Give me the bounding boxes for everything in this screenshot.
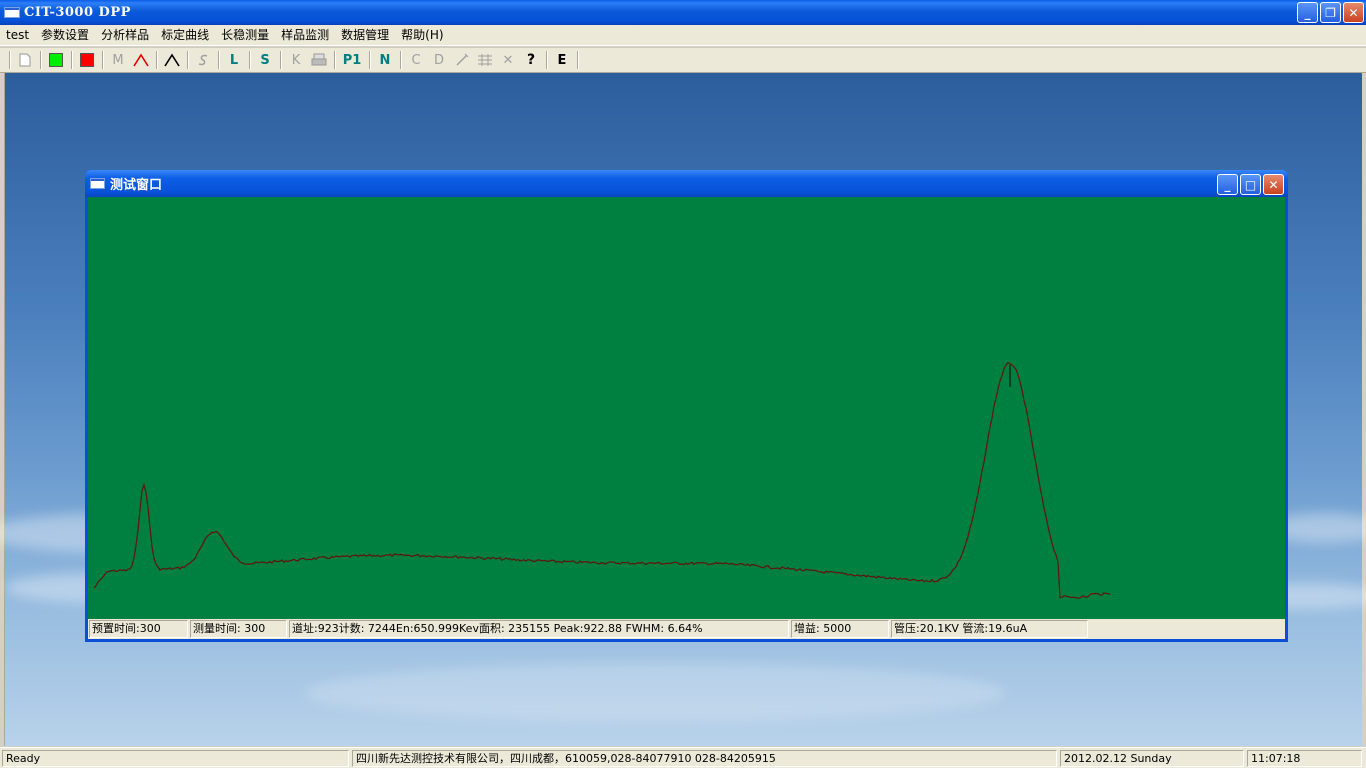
peak-black-icon[interactable] [161,49,183,71]
cloud [305,663,1005,723]
toolbar: M L S K P1 N C D ✕ ? E [0,47,1366,73]
k-button[interactable]: K [285,49,307,71]
start-button[interactable] [45,49,67,71]
l-button[interactable]: L [223,49,245,71]
wand-icon[interactable] [451,49,473,71]
help-icon[interactable]: ? [520,49,542,71]
child-minimize-button[interactable]: _ [1217,174,1238,195]
menu-bar: test 参数设置 分析样品 标定曲线 长稳测量 样品监测 数据管理 帮助(H) [0,25,1366,46]
measure-time: 测量时间: 300 [190,620,287,638]
status-ready: Ready [2,749,349,767]
test-window-title-bar: 测试窗口 _ □ ✕ [85,170,1288,197]
toolbar-separator [187,51,189,69]
peak-red-icon[interactable] [130,49,152,71]
toolbar-separator [400,51,402,69]
menu-data-management[interactable]: 数据管理 [335,25,395,45]
app-icon [4,7,20,18]
status-time: 11:07:18 [1247,749,1362,767]
d-button[interactable]: D [428,49,450,71]
toolbar-separator [280,51,282,69]
c-button[interactable]: C [405,49,427,71]
stop-button[interactable] [76,49,98,71]
e-button[interactable]: E [551,49,573,71]
new-document-icon[interactable] [14,49,36,71]
status-bar: Ready 四川新先达测控技术有限公司，四川成都，610059,028-8407… [0,747,1366,768]
peak-info: 道址:923计数: 7244En:650.999Kev面积: 235155 Pe… [289,620,789,638]
gain: 增益: 5000 [791,620,889,638]
menu-test[interactable]: test [0,25,35,45]
main-title-bar: CIT-3000 DPP _ ❐ ✕ [0,0,1366,25]
menu-sample-monitor[interactable]: 样品监测 [275,25,335,45]
toolbar-separator [369,51,371,69]
p1-button[interactable]: P1 [339,49,365,71]
spectrum-canvas [93,361,1111,599]
test-window-title: 测试窗口 [110,178,163,193]
window-icon [90,178,105,189]
menu-calibration-curve[interactable]: 标定曲线 [155,25,215,45]
s-button[interactable]: S [254,49,276,71]
toolbar-separator [71,51,73,69]
menu-analyze-sample[interactable]: 分析样品 [95,25,155,45]
window-title: CIT-3000 DPP [24,5,131,20]
test-window: 测试窗口 _ □ ✕ 预置时间:300 测量时间: 300 道址:923计数: … [85,170,1288,642]
toolbar-separator [218,51,220,69]
preset-time: 预置时间:300 [89,620,188,638]
toolbar-separator [577,51,579,69]
m-button[interactable]: M [107,49,129,71]
close-button[interactable]: ✕ [1343,2,1364,23]
menu-long-term-measure[interactable]: 长稳测量 [215,25,275,45]
toolbar-separator [546,51,548,69]
smooth-icon[interactable] [192,49,214,71]
delete-icon[interactable]: ✕ [497,49,519,71]
status-company: 四川新先达测控技术有限公司，四川成都，610059,028-84077910 0… [352,749,1057,767]
toolbar-separator [249,51,251,69]
toolbar-separator [102,51,104,69]
grid-icon[interactable] [474,49,496,71]
restore-button[interactable]: ❐ [1320,2,1341,23]
spectrum-trace [93,361,1111,599]
minimize-button[interactable]: _ [1297,2,1318,23]
print-icon[interactable] [308,49,330,71]
status-date: 2012.02.12 Sunday [1060,749,1244,767]
toolbar-separator [156,51,158,69]
tube-settings: 管压:20.1KV 管流:19.6uA [891,620,1088,638]
n-button[interactable]: N [374,49,396,71]
menu-parameter-settings[interactable]: 参数设置 [35,25,95,45]
child-maximize-button[interactable]: □ [1240,174,1261,195]
menu-help[interactable]: 帮助(H) [395,25,449,45]
spectrum-plot[interactable] [88,197,1285,619]
child-close-button[interactable]: ✕ [1263,174,1284,195]
toolbar-separator [40,51,42,69]
toolbar-separator [334,51,336,69]
toolbar-separator [9,51,11,69]
test-window-status-bar: 预置时间:300 测量时间: 300 道址:923计数: 7244En:650.… [88,619,1285,639]
